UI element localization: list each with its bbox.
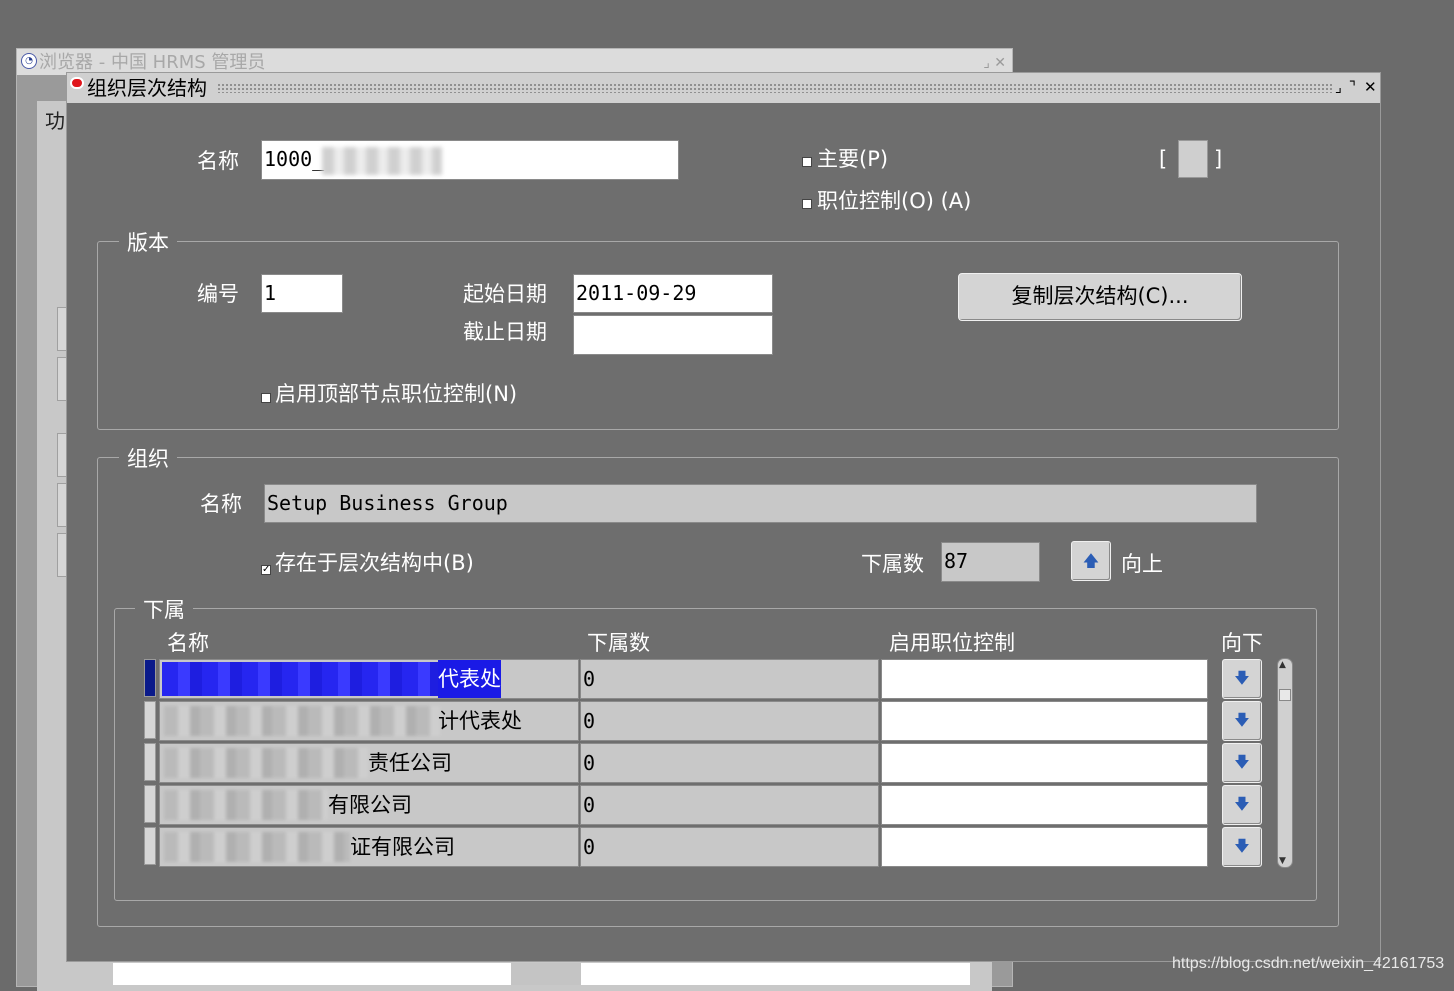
column-header-count: 下属数 [587,631,650,655]
table-row-count[interactable]: 0 [580,785,879,825]
position-control-checkbox[interactable] [802,199,812,209]
table-row-count[interactable]: 0 [580,743,879,783]
column-header-position-control: 启用职位控制 [889,631,1015,655]
version-number-label: 编号 [197,282,239,306]
organization-group-title: 组织 [119,445,177,473]
row-indicator[interactable] [144,785,156,823]
row-indicator[interactable] [144,743,156,781]
table-scrollbar[interactable]: ▲ ▼ [1277,658,1293,868]
redacted-blur [322,147,442,175]
start-date-field[interactable]: 2011-09-29 [573,274,773,313]
column-header-name: 名称 [167,631,209,655]
table-row-position-control[interactable] [881,785,1208,825]
close-icon[interactable]: ✕ [1364,78,1377,96]
table-row-name[interactable]: 证有限公司 [159,827,579,867]
navigator-list-field[interactable] [113,963,511,985]
subordinate-count-field: 87 [941,542,1040,582]
redacted-blur [164,748,368,778]
row-name-suffix: 有限公司 [328,793,412,817]
table-row-position-control[interactable] [881,659,1208,699]
subordinate-count-label: 下属数 [861,552,924,576]
scroll-up-icon[interactable]: ▲ [1279,660,1286,670]
bracket-right: ] [1214,147,1223,171]
table-row-count[interactable]: 0 [580,659,879,699]
primary-option [802,152,812,171]
exists-in-hierarchy-label[interactable]: 存在于层次结构中(B) [275,549,474,577]
arrow-down-icon[interactable]: 🡇 [1222,659,1262,699]
exists-in-hierarchy-option: ✓ [261,557,271,576]
dialog-titlebar[interactable]: 组织层次结构 ⌟ ⌝ ✕ [67,73,1380,103]
row-indicator[interactable] [144,701,156,739]
table-row-name[interactable]: 有限公司 [159,785,579,825]
enable-top-node-checkbox[interactable] [261,393,271,403]
hierarchy-name-label: 名称 [197,149,239,173]
navigator-list-divider [511,963,581,985]
org-name-field[interactable]: Setup Business Group [264,484,1257,523]
end-date-label: 截止日期 [463,320,547,344]
arrow-down-icon[interactable]: 🡇 [1222,785,1262,825]
navigator-list-field[interactable] [581,963,970,985]
subordinates-group-title: 下属 [135,596,193,624]
table-row-name[interactable]: 计代表处 [159,701,579,741]
bracket-left: [ [1159,147,1168,171]
hierarchy-name-field[interactable]: 1000_ [261,140,679,180]
row-indicator[interactable] [144,659,156,697]
table-row-position-control[interactable] [881,743,1208,783]
row-indicator[interactable] [144,827,156,865]
redacted-blur [164,832,350,862]
redacted-blur [164,706,440,736]
dialog-title: 组织层次结构 [87,75,213,101]
position-control-option [802,194,812,213]
scroll-thumb[interactable] [1279,689,1291,701]
end-date-field[interactable] [573,315,773,355]
row-name-suffix: 代表处 [438,660,501,698]
context-field[interactable] [1178,140,1208,178]
watermark: https://blog.csdn.net/weixin_42161753 [1172,955,1445,972]
version-group-title: 版本 [119,229,177,257]
maximize-icon[interactable]: ⌝ [1349,78,1356,96]
oracle-logo-icon: ◔ [21,53,37,69]
arrow-up-icon[interactable]: 🡅 [1071,541,1111,581]
titlebar-pattern [217,83,1332,93]
table-row-count[interactable]: 0 [580,701,879,741]
copy-hierarchy-button[interactable]: 复制层次结构(C)... [958,273,1242,321]
oracle-logo-icon [70,77,84,89]
navigator-panel-label: 功 [45,109,65,133]
start-date-label: 起始日期 [463,282,547,306]
primary-label[interactable]: 主要(P) [817,145,888,173]
arrow-down-icon[interactable]: 🡇 [1222,743,1262,783]
org-hierarchy-dialog: 组织层次结构 ⌟ ⌝ ✕ 名称 1000_ 主要(P) 职位控制(O) (A) … [66,72,1381,962]
version-number-field[interactable]: 1 [261,274,343,313]
redacted-blur [162,662,438,696]
position-control-label[interactable]: 职位控制(O) (A) [817,187,971,215]
org-name-label: 名称 [200,492,242,516]
table-row-count[interactable]: 0 [580,827,879,867]
table-row-name[interactable]: 责任公司 [159,743,579,783]
enable-top-node-label[interactable]: 启用顶部节点职位控制(N) [275,380,517,408]
table-row-position-control[interactable] [881,701,1208,741]
enable-top-node-option [261,388,271,407]
table-row-position-control[interactable] [881,827,1208,867]
arrow-down-icon[interactable]: 🡇 [1222,827,1262,867]
row-name-suffix: 证有限公司 [350,835,455,859]
hierarchy-name-value: 1000_ [264,147,325,171]
primary-checkbox[interactable] [802,157,812,167]
up-label: 向上 [1121,552,1163,576]
column-header-down: 向下 [1221,631,1263,655]
arrow-down-icon[interactable]: 🡇 [1222,701,1262,741]
scroll-down-icon[interactable]: ▼ [1279,856,1286,866]
redacted-blur [164,790,328,820]
exists-in-hierarchy-checkbox[interactable]: ✓ [261,565,271,575]
row-name-suffix: 计代表处 [438,709,522,733]
minimize-icon[interactable]: ⌟ [1335,78,1342,96]
row-name-suffix: 责任公司 [368,751,452,775]
table-row-name[interactable]: 代表处 [159,659,579,699]
